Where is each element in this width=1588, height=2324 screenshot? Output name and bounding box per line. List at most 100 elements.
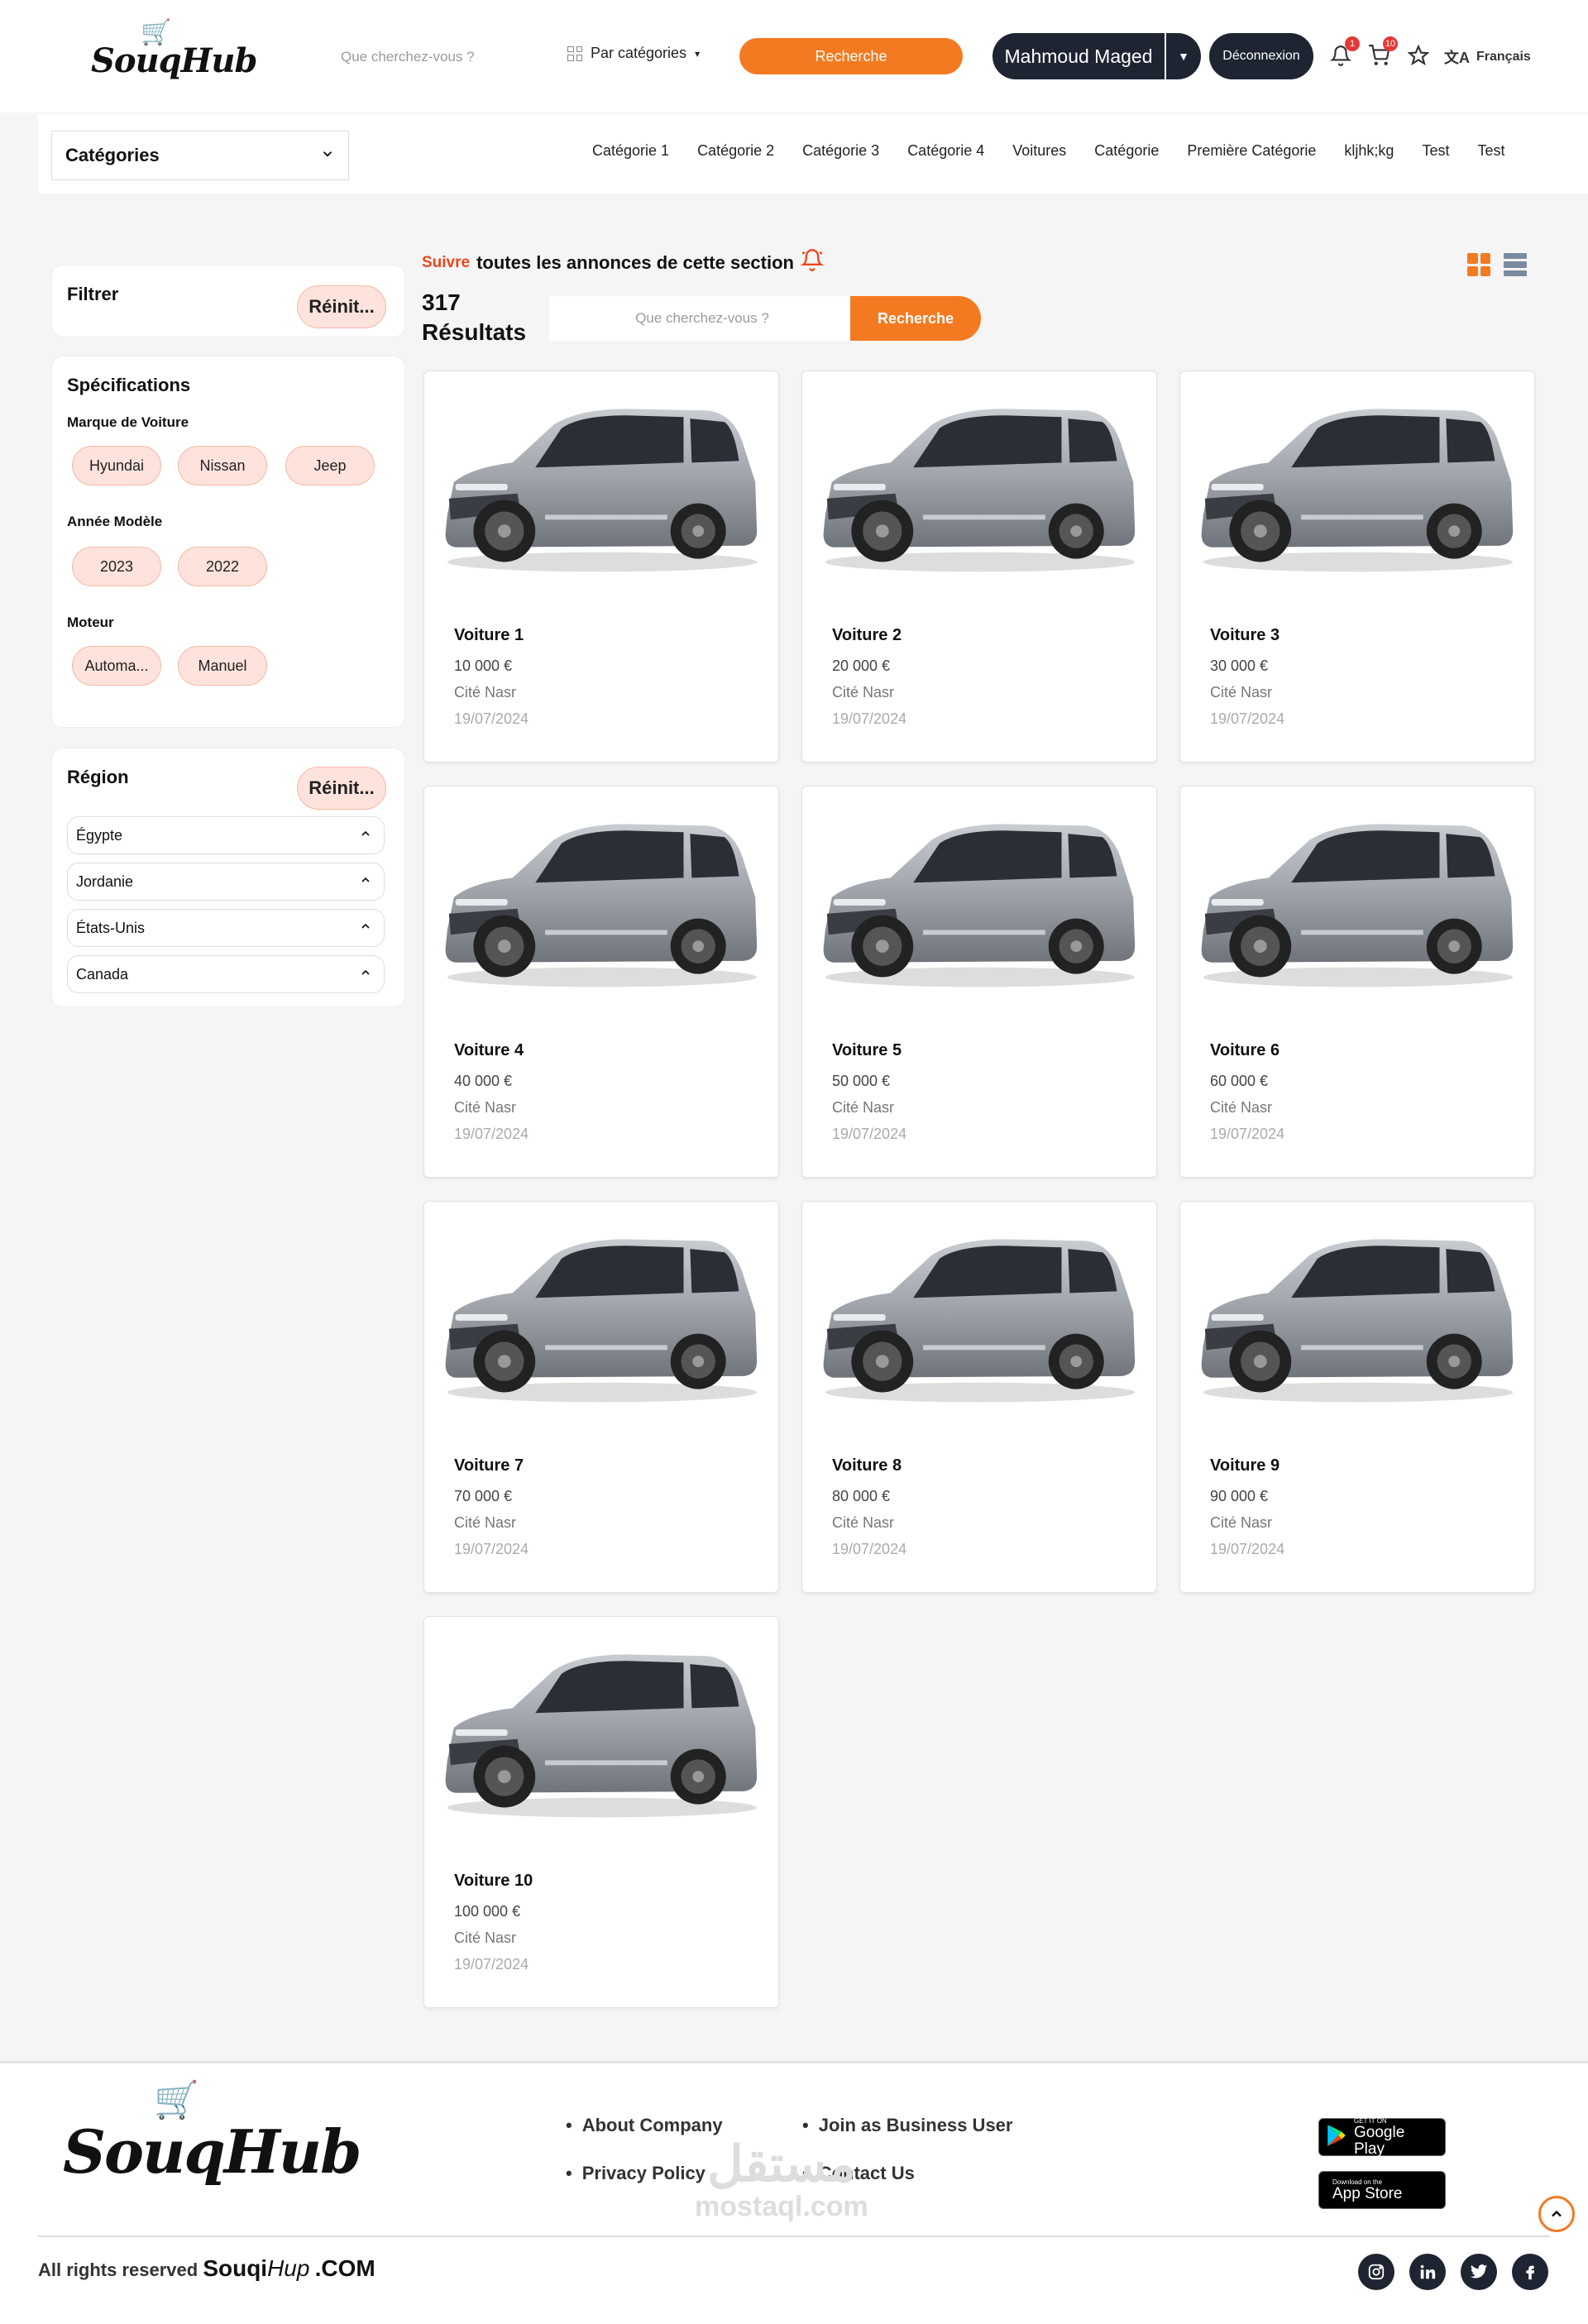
region-item-jordan[interactable]: Jordanie [67, 863, 385, 901]
category-select[interactable]: Par catégories ▾ [567, 45, 700, 62]
engine-chip-automatic[interactable]: Automa... [72, 646, 161, 686]
language-switcher[interactable]: 文A Français [1444, 46, 1531, 68]
listing-location: Cité Nasr [454, 684, 517, 701]
category-link[interactable]: Catégorie 3 [802, 142, 879, 160]
cart-logo-icon: 🛒 [154, 2080, 199, 2121]
search-button[interactable]: Recherche [739, 38, 963, 74]
follow-link[interactable]: Suivre [422, 254, 470, 272]
listing-title[interactable]: Voiture 1 [454, 626, 524, 645]
brand-chip-nissan[interactable]: Nissan [178, 446, 267, 485]
google-play-badge[interactable]: GET IT ON Google Play [1318, 2117, 1446, 2157]
star-icon[interactable] [1406, 43, 1431, 68]
watermark: مستقل mostaql.com [695, 2138, 868, 2223]
region-item-usa[interactable]: États-Unis [67, 909, 385, 947]
listing-title[interactable]: Voiture 10 [454, 1872, 533, 1891]
category-link[interactable]: Catégorie 4 [907, 142, 984, 160]
category-link[interactable]: Voitures [1012, 142, 1066, 160]
instagram-icon[interactable] [1358, 2254, 1394, 2290]
listing-card[interactable]: Voiture 2 20 000 € Cité Nasr 19/07/2024 [801, 371, 1157, 763]
chevron-down-icon: ▾ [695, 47, 701, 60]
listing-card[interactable]: Voiture 10 100 000 € Cité Nasr 19/07/202… [423, 1616, 779, 2008]
listing-card[interactable]: Voiture 6 60 000 € Cité Nasr 19/07/2024 [1179, 786, 1535, 1178]
brand-chip-hyundai[interactable]: Hyundai [72, 446, 161, 485]
user-name: Mahmoud Maged [1004, 45, 1153, 67]
site-logo[interactable]: 🛒 SouqHub [91, 18, 257, 84]
region-item-label: Égypte [76, 826, 123, 844]
copyright-suffix: .COM [314, 2255, 375, 2281]
site-footer: 🛒 SouqHub About Company Join as Business… [0, 2061, 1588, 2324]
listing-card[interactable]: Voiture 1 10 000 € Cité Nasr 19/07/2024 [423, 371, 779, 763]
filter-reset-button[interactable]: Réinit... [297, 285, 386, 328]
app-store-badge[interactable]: Download on the App Store [1318, 2171, 1446, 2209]
listing-title[interactable]: Voiture 7 [454, 1456, 524, 1475]
listing-location: Cité Nasr [1210, 684, 1273, 701]
notification-badge: 1 [1345, 36, 1360, 51]
car-image [445, 1654, 758, 1818]
grid-icon [567, 45, 582, 61]
footer-logo[interactable]: 🛒 SouqHub [63, 2078, 361, 2202]
listing-title[interactable]: Voiture 3 [1210, 626, 1279, 645]
google-play-icon [1326, 2124, 1347, 2151]
facebook-icon[interactable] [1512, 2254, 1548, 2290]
region-reset-button[interactable]: Réinit... [297, 767, 386, 810]
category-link[interactable]: Test [1477, 142, 1504, 160]
region-item-label: États-Unis [76, 919, 146, 936]
listing-card[interactable]: Voiture 9 90 000 € Cité Nasr 19/07/2024 [1179, 1201, 1535, 1593]
listing-date: 19/07/2024 [1210, 1541, 1285, 1557]
listing-price: 30 000 € [1210, 658, 1269, 674]
bell-icon[interactable]: 1 [1328, 36, 1360, 68]
year-chip-2023[interactable]: 2023 [72, 547, 161, 586]
cart-icon[interactable]: 10 [1366, 36, 1398, 68]
listing-price: 50 000 € [832, 1073, 891, 1089]
specifications-panel: Spécifications Marque de Voiture Hyundai… [51, 356, 405, 728]
listing-title[interactable]: Voiture 5 [832, 1041, 902, 1060]
category-link[interactable]: Première Catégorie [1187, 142, 1316, 160]
listing-card[interactable]: Voiture 5 50 000 € Cité Nasr 19/07/2024 [801, 786, 1157, 1178]
category-link[interactable]: Catégorie 2 [697, 142, 774, 160]
categories-dropdown[interactable]: Catégories [51, 131, 349, 180]
footer-link-business[interactable]: Join as Business User [802, 2115, 1013, 2136]
linkedin-icon[interactable] [1409, 2254, 1446, 2290]
listing-title[interactable]: Voiture 8 [832, 1456, 902, 1475]
search-input[interactable] [339, 41, 538, 73]
listing-title[interactable]: Voiture 6 [1210, 1041, 1279, 1060]
listing-price: 90 000 € [1210, 1488, 1269, 1504]
twitter-icon[interactable] [1461, 2254, 1497, 2290]
category-link[interactable]: Catégorie 1 [592, 142, 669, 160]
year-chip-2022[interactable]: 2022 [178, 547, 267, 586]
bell-alert-icon[interactable] [800, 248, 825, 277]
scroll-to-top-icon[interactable] [1538, 2196, 1575, 2232]
listing-search-button[interactable]: Recherche [850, 296, 981, 341]
listing-search-input[interactable] [549, 296, 855, 341]
listing-card[interactable]: Voiture 8 80 000 € Cité Nasr 19/07/2024 [801, 1201, 1157, 1593]
footer-link-privacy[interactable]: Privacy Policy [566, 2163, 706, 2184]
filter-panel: Filtrer Réinit... [51, 265, 405, 337]
listing-card[interactable]: Voiture 4 40 000 € Cité Nasr 19/07/2024 [423, 786, 779, 1178]
listing-location: Cité Nasr [1210, 1099, 1273, 1116]
engine-chip-manual[interactable]: Manuel [178, 646, 267, 686]
region-item-canada[interactable]: Canada [67, 955, 385, 993]
region-item-egypt[interactable]: Égypte [67, 816, 385, 854]
grid-view-icon[interactable] [1467, 253, 1490, 276]
year-label: Année Modèle [67, 514, 163, 529]
region-title: Région [67, 767, 129, 787]
user-menu-button[interactable]: Mahmoud Maged ▼ [992, 33, 1201, 79]
logout-button[interactable]: Déconnexion [1209, 33, 1313, 79]
listing-price: 80 000 € [832, 1488, 891, 1504]
listing-date: 19/07/2024 [454, 1126, 529, 1142]
list-view-icon[interactable] [1504, 253, 1527, 276]
listing-card[interactable]: Voiture 7 70 000 € Cité Nasr 19/07/2024 [423, 1201, 779, 1593]
brand-chip-jeep[interactable]: Jeep [285, 446, 375, 485]
category-link[interactable]: Test [1422, 142, 1449, 160]
category-link[interactable]: Catégorie [1094, 142, 1159, 160]
caret-down-icon[interactable]: ▼ [1165, 33, 1201, 79]
listing-title[interactable]: Voiture 4 [454, 1041, 524, 1060]
category-link[interactable]: kljhk;kg [1344, 142, 1394, 160]
car-image [445, 409, 758, 572]
listing-title[interactable]: Voiture 9 [1210, 1456, 1279, 1475]
listing-price: 70 000 € [454, 1488, 513, 1504]
listing-title[interactable]: Voiture 2 [832, 626, 902, 645]
site-header: 🛒 SouqHub Par catégories ▾ Recherche Mah… [0, 0, 1588, 112]
listing-card[interactable]: Voiture 3 30 000 € Cité Nasr 19/07/2024 [1179, 371, 1535, 763]
footer-link-about[interactable]: About Company [566, 2115, 723, 2136]
